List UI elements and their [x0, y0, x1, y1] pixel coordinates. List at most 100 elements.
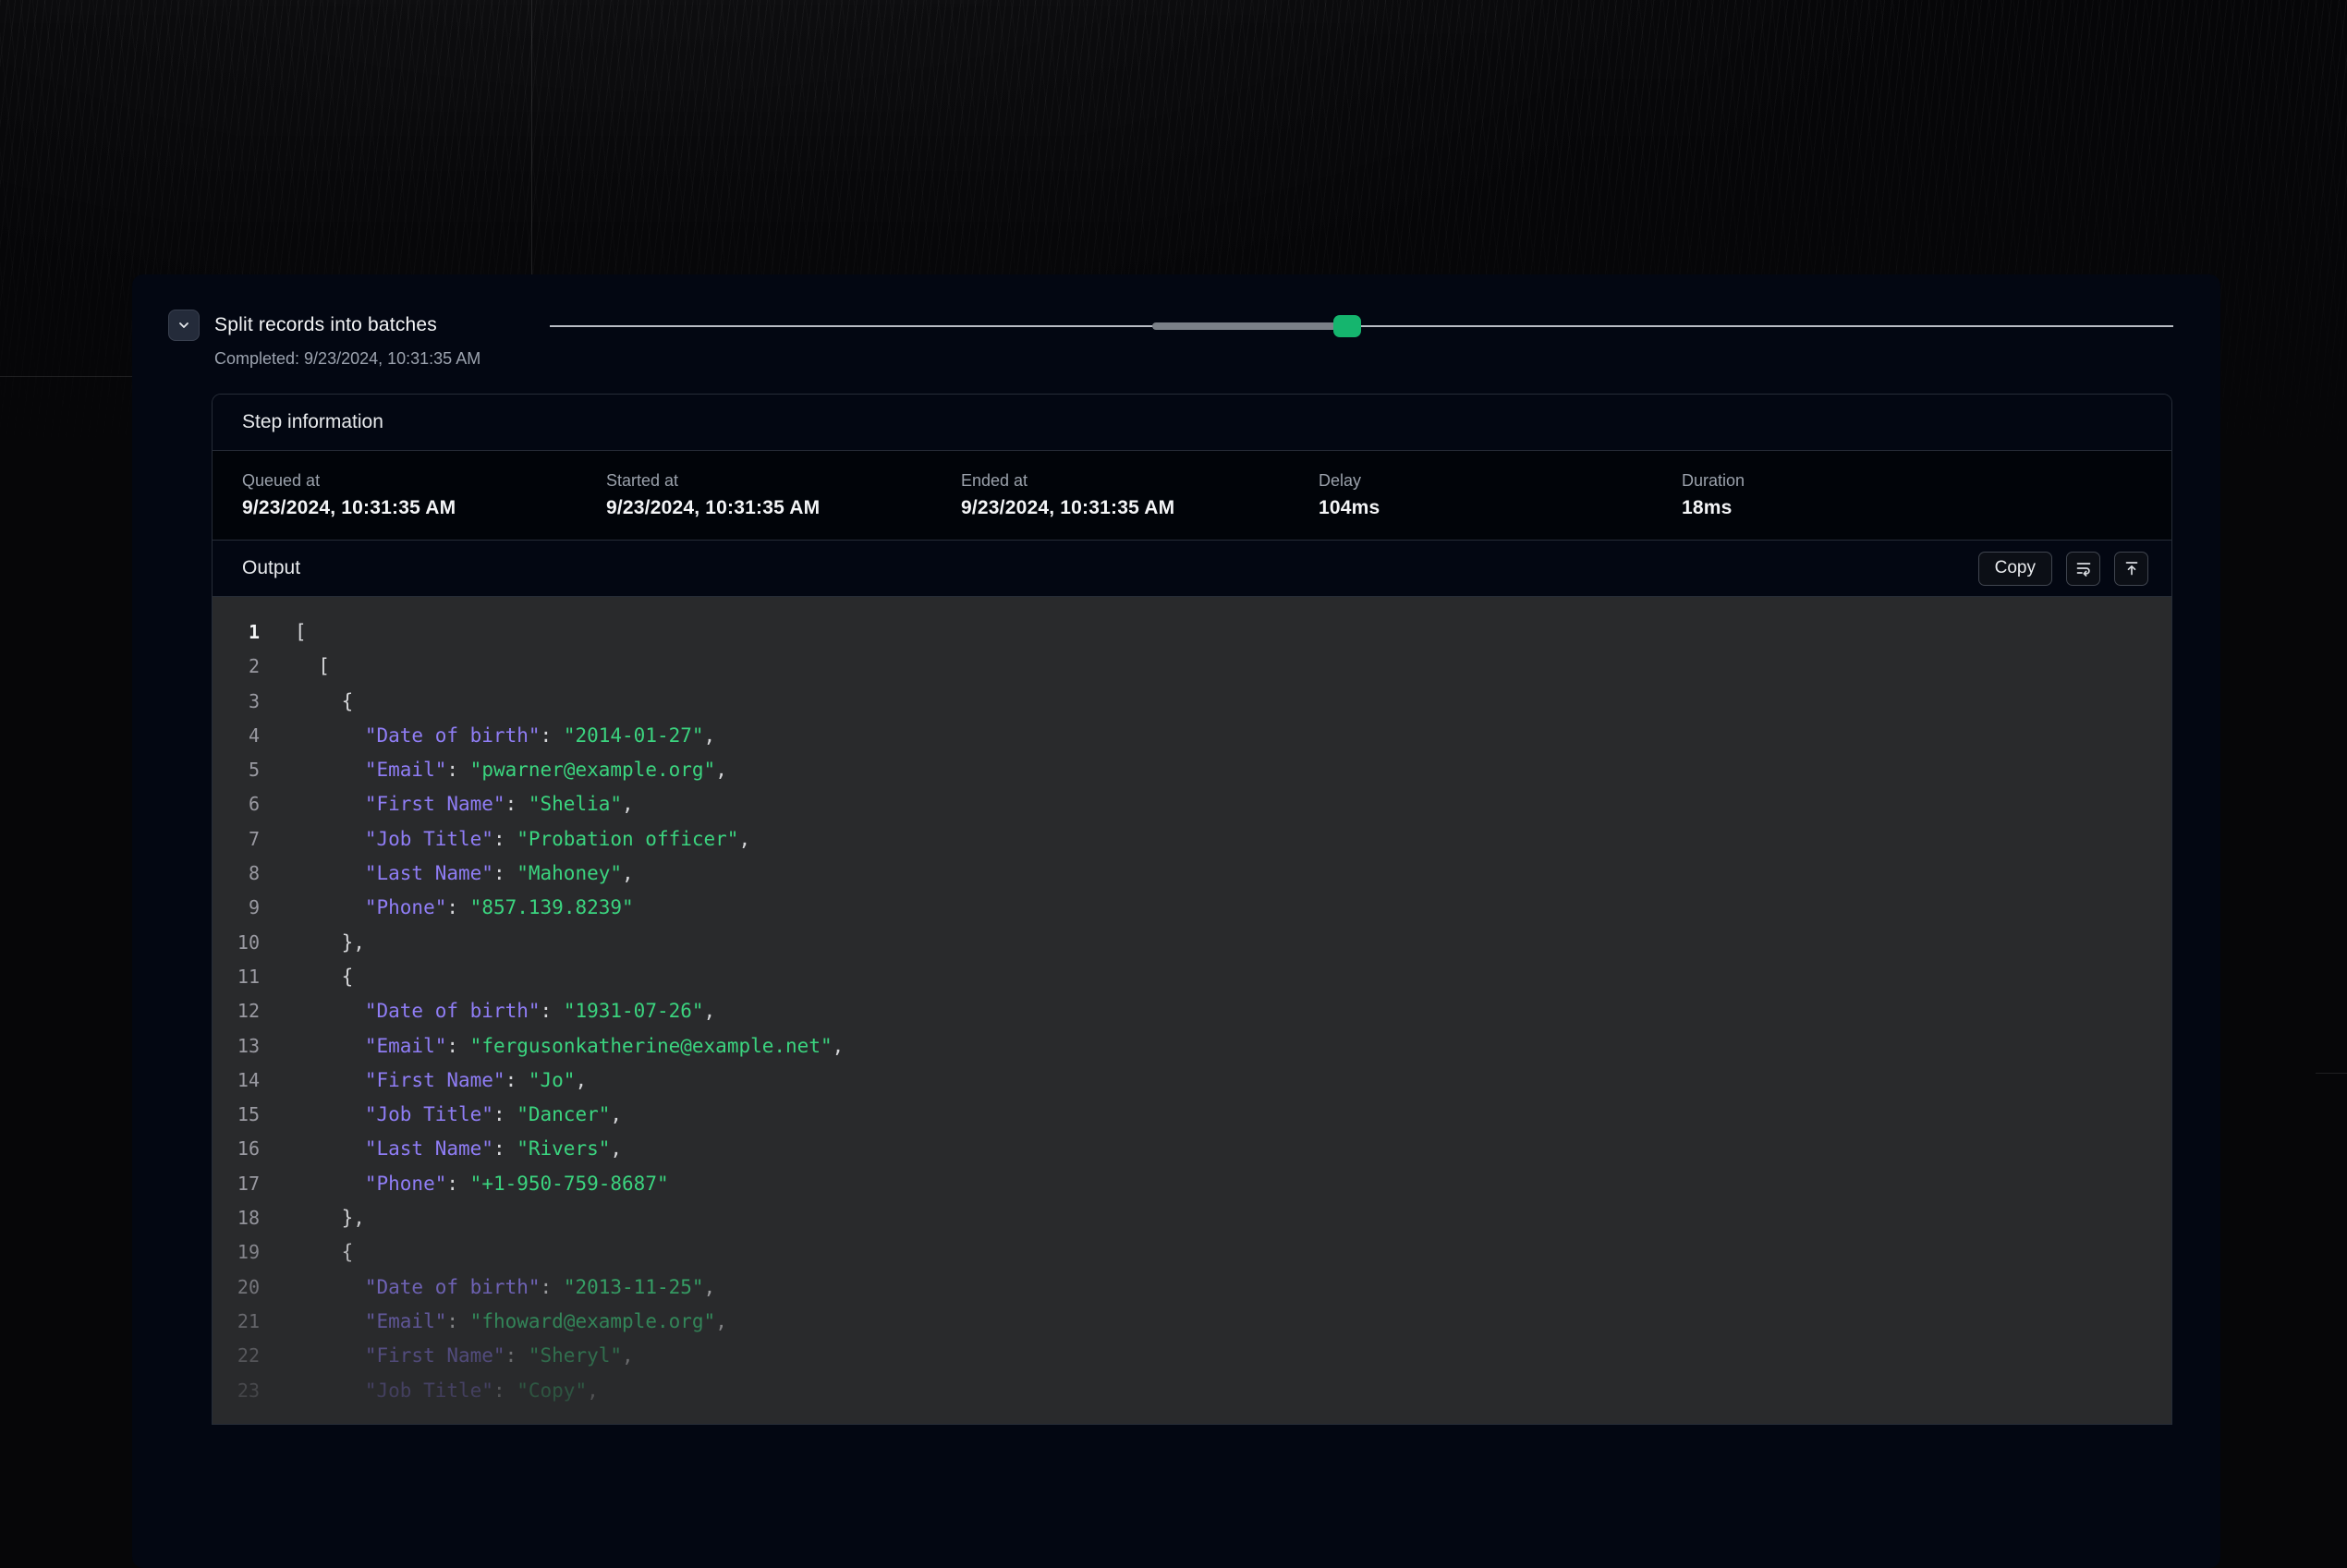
line-content: "Date of birth": "1931-07-26",	[260, 994, 715, 1028]
meta-label: Duration	[1682, 471, 2171, 491]
meta-field-duration: Duration 18ms	[1682, 471, 2171, 519]
line-number: 21	[213, 1305, 260, 1339]
line-content: "First Name": "Shelia",	[260, 787, 634, 821]
line-content: "Job Title": "Copy",	[260, 1374, 599, 1408]
line-content: [	[260, 615, 307, 650]
code-line: 15 "Job Title": "Dancer",	[213, 1098, 2171, 1132]
line-content: "Last Name": "Mahoney",	[260, 857, 634, 891]
line-number: 6	[213, 787, 260, 821]
background-guide-line-left	[0, 376, 132, 377]
step-information-header: Step information	[213, 395, 2171, 451]
line-content: {	[260, 685, 353, 719]
line-number: 16	[213, 1132, 260, 1166]
scroll-to-top-button[interactable]	[2114, 552, 2148, 586]
step-meta-row: Queued at 9/23/2024, 10:31:35 AM Started…	[213, 451, 2171, 541]
meta-label: Ended at	[961, 471, 1319, 491]
copy-button[interactable]: Copy	[1978, 552, 2052, 586]
timeline-track	[550, 325, 2173, 327]
code-line: 13 "Email": "fergusonkatherine@example.n…	[213, 1029, 2171, 1064]
line-content: {	[260, 1235, 353, 1270]
code-line: 18 },	[213, 1201, 2171, 1235]
meta-value: 104ms	[1319, 497, 1682, 519]
line-number: 13	[213, 1029, 260, 1064]
line-number: 18	[213, 1201, 260, 1235]
line-content: [	[260, 650, 330, 684]
meta-label: Delay	[1319, 471, 1682, 491]
line-number: 19	[213, 1235, 260, 1270]
line-content: "Phone": "+1-950-759-8687"	[260, 1167, 669, 1201]
step-header-left: Split records into batches	[168, 310, 437, 341]
step-completed-timestamp: Completed: 9/23/2024, 10:31:35 AM	[214, 349, 480, 369]
line-content: "Email": "pwarner@example.org",	[260, 753, 727, 787]
timeline-handle[interactable]	[1333, 315, 1361, 337]
line-content: "Email": "fhoward@example.org",	[260, 1305, 727, 1339]
line-content: "Email": "fergusonkatherine@example.net"…	[260, 1029, 844, 1064]
code-line: 22 "First Name": "Sheryl",	[213, 1339, 2171, 1373]
line-content: "Date of birth": "2013-11-25",	[260, 1270, 715, 1305]
code-lines: 1[2 [3 {4 "Date of birth": "2014-01-27",…	[213, 615, 2171, 1408]
code-line: 7 "Job Title": "Probation officer",	[213, 822, 2171, 857]
code-line: 10 },	[213, 926, 2171, 960]
meta-value: 9/23/2024, 10:31:35 AM	[242, 497, 606, 519]
code-line: 21 "Email": "fhoward@example.org",	[213, 1305, 2171, 1339]
step-title: Split records into batches	[214, 314, 437, 336]
line-number: 2	[213, 650, 260, 684]
code-line: 14 "First Name": "Jo",	[213, 1064, 2171, 1098]
line-content: "Job Title": "Dancer",	[260, 1098, 622, 1132]
code-line: 4 "Date of birth": "2014-01-27",	[213, 719, 2171, 753]
chevron-down-icon	[176, 318, 191, 333]
line-number: 12	[213, 994, 260, 1028]
code-line: 1[	[213, 615, 2171, 650]
background-guide-line-right	[2316, 1073, 2347, 1074]
scroll-to-top-icon	[2122, 559, 2141, 577]
background-guide-line-vertical	[531, 0, 532, 274]
line-content: "First Name": "Sheryl",	[260, 1339, 634, 1373]
line-number: 20	[213, 1270, 260, 1305]
code-line: 5 "Email": "pwarner@example.org",	[213, 753, 2171, 787]
meta-value: 9/23/2024, 10:31:35 AM	[961, 497, 1319, 519]
code-line: 3 {	[213, 685, 2171, 719]
wrap-text-icon	[2074, 559, 2093, 577]
line-content: "Last Name": "Rivers",	[260, 1132, 622, 1166]
line-number: 11	[213, 960, 260, 994]
line-number: 14	[213, 1064, 260, 1098]
meta-field-ended-at: Ended at 9/23/2024, 10:31:35 AM	[961, 471, 1319, 519]
line-number: 22	[213, 1339, 260, 1373]
line-content: "Date of birth": "2014-01-27",	[260, 719, 715, 753]
timeline-scrubber[interactable]	[550, 315, 2173, 337]
meta-field-started-at: Started at 9/23/2024, 10:31:35 AM	[606, 471, 961, 519]
meta-value: 18ms	[1682, 497, 2171, 519]
code-line: 16 "Last Name": "Rivers",	[213, 1132, 2171, 1166]
output-header: Output Copy	[213, 541, 2171, 597]
meta-value: 9/23/2024, 10:31:35 AM	[606, 497, 961, 519]
meta-label: Queued at	[242, 471, 606, 491]
line-number: 9	[213, 891, 260, 925]
code-line: 20 "Date of birth": "2013-11-25",	[213, 1270, 2171, 1305]
line-content: "First Name": "Jo",	[260, 1064, 587, 1098]
code-line: 9 "Phone": "857.139.8239"	[213, 891, 2171, 925]
meta-field-queued-at: Queued at 9/23/2024, 10:31:35 AM	[242, 471, 606, 519]
step-detail-panel: Split records into batches Completed: 9/…	[132, 274, 2220, 1568]
code-line: 8 "Last Name": "Mahoney",	[213, 857, 2171, 891]
line-content: },	[260, 1201, 365, 1235]
code-line: 2 [	[213, 650, 2171, 684]
line-content: "Phone": "857.139.8239"	[260, 891, 634, 925]
line-content: },	[260, 926, 365, 960]
line-number: 8	[213, 857, 260, 891]
output-toolbar: Copy	[1978, 552, 2148, 586]
line-number: 15	[213, 1098, 260, 1132]
output-code-viewer[interactable]: 1[2 [3 {4 "Date of birth": "2014-01-27",…	[213, 597, 2171, 1424]
line-number: 17	[213, 1167, 260, 1201]
code-line: 12 "Date of birth": "1931-07-26",	[213, 994, 2171, 1028]
step-information-title: Step information	[242, 411, 383, 433]
collapse-step-button[interactable]	[168, 310, 200, 341]
code-line: 23 "Job Title": "Copy",	[213, 1374, 2171, 1408]
code-line: 6 "First Name": "Shelia",	[213, 787, 2171, 821]
code-line: 11 {	[213, 960, 2171, 994]
meta-field-delay: Delay 104ms	[1319, 471, 1682, 519]
wrap-text-button[interactable]	[2066, 552, 2100, 586]
output-title: Output	[242, 557, 300, 579]
timeline-range-segment[interactable]	[1152, 322, 1337, 330]
line-number: 23	[213, 1374, 260, 1408]
code-line: 19 {	[213, 1235, 2171, 1270]
